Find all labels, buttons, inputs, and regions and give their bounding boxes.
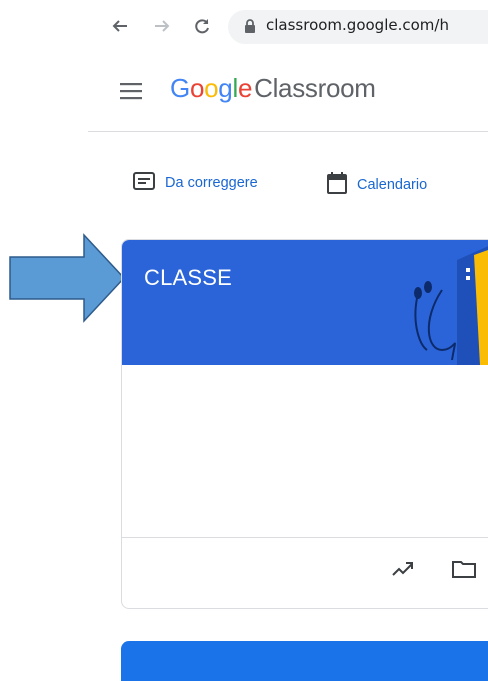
card-footer-divider [122,537,488,538]
second-class-card[interactable] [121,641,488,681]
calendar-label: Calendario [357,177,428,193]
to-review-icon [133,172,165,194]
header-divider [88,131,488,132]
to-review-link[interactable]: Da correggere [133,172,258,194]
browser-toolbar: classroom.google.com/h [0,0,488,56]
hamburger-menu-icon[interactable] [120,82,142,105]
lock-icon [244,18,256,39]
banner-illustration [414,246,488,365]
folder-icon[interactable] [452,560,476,583]
calendar-icon [327,172,357,198]
class-title[interactable]: CLASSE [144,265,232,291]
url-text[interactable]: classroom.google.com/h [266,16,449,34]
class-card[interactable]: CLASSE [121,239,488,609]
class-card-body [122,365,488,537]
trending-icon[interactable] [392,562,414,581]
reload-icon[interactable] [190,14,214,38]
forward-arrow-icon[interactable] [150,14,174,38]
app-header: GoogleClassroom [0,56,488,132]
back-arrow-icon[interactable] [108,14,132,38]
calendar-link[interactable]: Calendario [327,172,427,198]
class-card-banner[interactable]: CLASSE [122,240,488,365]
logo-product: Classroom [254,73,376,103]
logo-google: Google [170,73,253,103]
to-review-label: Da correggere [165,175,258,191]
app-logo[interactable]: GoogleClassroom [170,73,376,104]
pointer-arrow [9,233,126,323]
